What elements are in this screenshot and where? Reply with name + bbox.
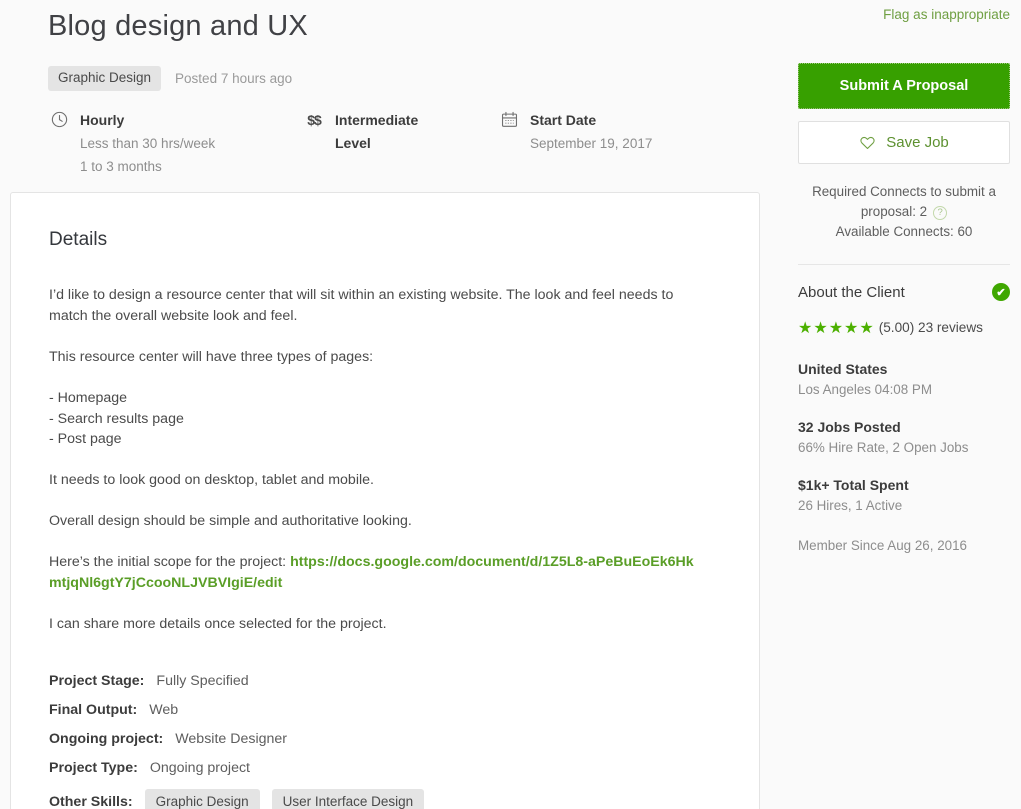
star-rating-icon: ★★★★★ xyxy=(798,320,875,338)
about-client-header: About the Client ✔ xyxy=(798,283,1010,302)
fact-title: Hourly xyxy=(80,111,125,128)
details-paragraph-3: It needs to look good on desktop, tablet… xyxy=(49,472,374,489)
skill-chip[interactable]: Graphic Design xyxy=(144,788,260,809)
attribute-row-project-stage: Project Stage: Fully Specified xyxy=(49,673,721,689)
client-jobs: 32 Jobs Posted 66% Hire Rate, 2 Open Job… xyxy=(798,417,1010,458)
fact-title: Start Date xyxy=(530,111,597,128)
list-item: - Homepage xyxy=(49,389,128,406)
client-country: United States xyxy=(798,361,888,378)
attribute-key: Ongoing project: xyxy=(49,730,164,747)
attribute-value: Ongoing project xyxy=(149,759,250,776)
client-spend: $1k+ Total Spent 26 Hires, 1 Active xyxy=(798,475,1010,516)
job-facts: Hourly Less than 30 hrs/week 1 to 3 mont… xyxy=(0,91,770,179)
job-attributes: Project Stage: Fully Specified Final Out… xyxy=(49,673,721,809)
job-header: Blog design and UX Graphic Design Posted… xyxy=(0,0,770,178)
page-title: Blog design and UX xyxy=(48,10,308,42)
attribute-value: Fully Specified xyxy=(156,672,249,689)
attribute-value: Website Designer xyxy=(175,730,287,747)
attribute-key: Project Stage: xyxy=(49,672,145,689)
client-rating: ★★★★★ (5.00) 23 reviews xyxy=(798,317,1010,342)
clock-icon xyxy=(48,109,70,131)
fact-sub-1: September 19, 2017 xyxy=(530,135,653,151)
client-local-time: Los Angeles 04:08 PM xyxy=(798,382,932,398)
rating-text: (5.00) 23 reviews xyxy=(878,320,983,336)
details-paragraph-1: I’d like to design a resource center tha… xyxy=(49,287,674,324)
calendar-icon xyxy=(498,109,520,131)
list-item: - Search results page xyxy=(49,410,184,427)
fact-start-date: Start Date September 19, 2017 xyxy=(498,109,748,179)
client-jobs-posted: 32 Jobs Posted xyxy=(798,419,901,436)
save-job-label: Save Job xyxy=(886,134,949,151)
client-location: United States Los Angeles 04:08 PM xyxy=(798,359,1010,400)
attribute-key: Other Skills: xyxy=(49,793,133,809)
dollar-icon: $$ xyxy=(307,111,322,128)
connects-available: Available Connects: 60 xyxy=(835,224,973,240)
heart-icon xyxy=(859,134,876,151)
fact-experience-level: $$ Intermediate Level xyxy=(303,109,498,179)
job-details-page: Blog design and UX Graphic Design Posted… xyxy=(0,0,1021,809)
skill-chip[interactable]: User Interface Design xyxy=(271,788,425,809)
verified-badge-icon: ✔ xyxy=(992,283,1010,302)
details-scope-paragraph: Here’s the initial scope for the project… xyxy=(49,552,704,594)
fact-sub-2: 1 to 3 months xyxy=(80,159,162,175)
connects-required-line-2: proposal: 2 xyxy=(860,204,928,220)
attribute-row-project-type: Project Type: Ongoing project xyxy=(49,760,721,776)
list-item: - Post page xyxy=(49,431,122,448)
connects-required-line-1: Required Connects to submit a xyxy=(812,184,996,199)
client-hire-rate: 66% Hire Rate, 2 Open Jobs xyxy=(798,440,969,456)
submit-proposal-button[interactable]: Submit A Proposal xyxy=(798,63,1010,109)
details-card: Details I’d like to design a resource ce… xyxy=(10,192,760,809)
client-hires: 26 Hires, 1 Active xyxy=(798,498,903,514)
attribute-row-ongoing-project: Ongoing project: Website Designer xyxy=(49,731,721,747)
job-meta-row: Graphic Design Posted 7 hours ago xyxy=(0,44,770,91)
details-paragraph-2: This resource center will have three typ… xyxy=(49,348,374,365)
attribute-row-other-skills: Other Skills: Graphic Design User Interf… xyxy=(49,788,721,809)
job-sidebar: Flag as inappropriate Submit A Proposal … xyxy=(798,0,1010,553)
fact-title: Intermediate xyxy=(335,111,419,128)
about-client-heading: About the Client xyxy=(798,283,905,301)
save-job-button[interactable]: Save Job xyxy=(798,121,1010,164)
fact-hourly: Hourly Less than 30 hrs/week 1 to 3 mont… xyxy=(48,109,303,179)
details-paragraph-6: I can share more details once selected f… xyxy=(49,615,387,632)
help-icon[interactable]: ? xyxy=(933,206,948,221)
fact-sub-1: Level xyxy=(335,134,371,151)
attribute-row-final-output: Final Output: Web xyxy=(49,702,721,718)
category-chip[interactable]: Graphic Design xyxy=(48,66,162,91)
attribute-key: Project Type: xyxy=(49,759,138,776)
client-total-spent: $1k+ Total Spent xyxy=(798,477,909,494)
flag-as-inappropriate-link[interactable]: Flag as inappropriate xyxy=(798,0,1010,22)
attribute-value: Web xyxy=(149,701,179,718)
details-heading: Details xyxy=(49,229,108,250)
attribute-key: Final Output: xyxy=(49,701,138,718)
scope-prefix-text: Here’s the initial scope for the project… xyxy=(49,554,291,570)
details-paragraph-4: Overall design should be simple and auth… xyxy=(49,513,412,530)
sidebar-divider xyxy=(798,264,1010,266)
posted-time: Posted 7 hours ago xyxy=(175,71,293,86)
connects-info: Required Connects to submit a proposal: … xyxy=(798,182,1010,242)
details-page-list: - Homepage - Search results page - Post … xyxy=(49,388,704,451)
fact-sub-1: Less than 30 hrs/week xyxy=(80,135,216,151)
client-member-since: Member Since Aug 26, 2016 xyxy=(798,538,967,554)
